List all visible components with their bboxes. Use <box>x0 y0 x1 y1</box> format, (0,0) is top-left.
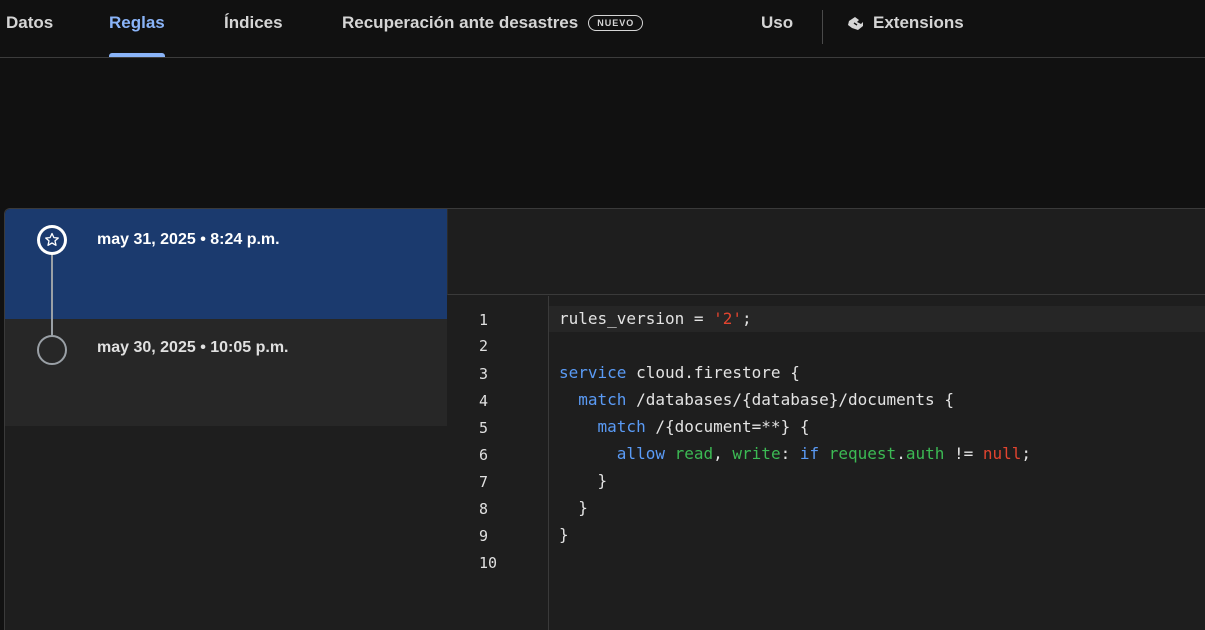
extensions-icon <box>848 16 863 30</box>
code-line[interactable]: allow read, write: if request.auth != nu… <box>559 441 1204 467</box>
code-token: } <box>559 525 569 544</box>
tab-indices[interactable]: Índices <box>224 0 283 57</box>
code-token-keyword: allow <box>616 444 665 463</box>
tab-label: Recuperación ante desastres <box>342 12 579 32</box>
code-token-keyword: service <box>559 363 627 382</box>
line-number: 8 <box>479 500 489 518</box>
line-number: 4 <box>479 392 489 410</box>
tab-extensions[interactable]: Extensions <box>846 0 964 57</box>
circle-icon <box>37 335 67 365</box>
code-token-keyword: match <box>578 390 627 409</box>
tab-bar: Datos Reglas Índices Recuperación ante d… <box>0 0 1205 58</box>
code-line[interactable]: service cloud.firestore { <box>559 360 1204 386</box>
rules-panel: may 31, 2025 • 8:24 p.m. may 30, 2025 • … <box>4 208 1205 630</box>
code-token: cloud.firestore { <box>626 363 800 382</box>
line-number: 7 <box>479 473 489 491</box>
code-line[interactable]: match /databases/{database}/documents { <box>559 387 1204 413</box>
tab-label: Uso <box>761 12 794 32</box>
code-token: rules_version = <box>559 309 714 328</box>
line-number: 2 <box>479 337 489 355</box>
tab-label: Reglas <box>109 12 165 32</box>
history-item-label: may 30, 2025 • 10:05 p.m. <box>97 339 289 356</box>
code-token: /{document=**} { <box>645 417 810 436</box>
code-editor[interactable]: rules_version = '2'; service cloud.fires… <box>549 296 1205 630</box>
code-line[interactable]: rules_version = '2'; <box>549 306 1205 332</box>
code-token-identifier: auth <box>905 444 945 463</box>
timeline-line <box>51 249 53 349</box>
code-token-identifier: write <box>732 444 781 463</box>
rules-history-list: may 31, 2025 • 8:24 p.m. may 30, 2025 • … <box>5 209 447 630</box>
history-item-label: may 31, 2025 • 8:24 p.m. <box>97 231 280 248</box>
line-number: 3 <box>479 365 489 383</box>
code-line[interactable]: } <box>559 522 1204 548</box>
star-icon <box>37 225 67 255</box>
line-number: 10 <box>479 554 498 572</box>
tab-uso[interactable]: Uso <box>761 0 793 57</box>
tab-label: Datos <box>6 12 54 32</box>
editor-toolbar <box>447 209 1205 295</box>
line-number: 1 <box>479 311 489 329</box>
code-line[interactable]: match /{document=**} { <box>559 414 1204 440</box>
code-token: , <box>713 444 733 463</box>
history-item-selected[interactable]: may 31, 2025 • 8:24 p.m. <box>5 209 447 319</box>
code-token: ; <box>742 309 752 328</box>
code-token-identifier: read <box>674 444 714 463</box>
code-token: != <box>944 444 983 463</box>
code-token-string: '2' <box>713 309 743 328</box>
code-token: /databases/{database}/documents { <box>626 390 954 409</box>
star-icon-glyph <box>40 228 64 252</box>
code-line[interactable]: } <box>559 495 1204 521</box>
tab-datos[interactable]: Datos <box>6 0 53 57</box>
code-token: . <box>896 444 906 463</box>
tab-reglas[interactable]: Reglas <box>109 0 165 57</box>
code-token-null: null <box>982 444 1022 463</box>
code-token: } <box>559 471 608 490</box>
code-token: } <box>559 498 588 517</box>
line-number: 9 <box>479 527 489 545</box>
new-badge: NUEVO <box>588 14 644 31</box>
code-token-identifier: request <box>828 444 897 463</box>
line-number: 6 <box>479 446 489 464</box>
rules-editor: 1 2 3 4 5 6 7 8 9 10 rules_version = '2'… <box>447 209 1205 630</box>
line-number-gutter: 1 2 3 4 5 6 7 8 9 10 <box>447 296 549 630</box>
active-tab-indicator <box>109 53 165 57</box>
code-token-keyword: match <box>597 417 646 436</box>
tab-recuperacion[interactable]: Recuperación ante desastres NUEVO <box>342 0 644 57</box>
history-item[interactable]: may 30, 2025 • 10:05 p.m. <box>5 319 447 426</box>
tab-label: Índices <box>224 12 283 32</box>
code-token-keyword: if <box>799 444 820 463</box>
code-line[interactable]: } <box>559 468 1204 494</box>
code-token: : <box>780 444 800 463</box>
line-number: 5 <box>479 419 489 437</box>
code-token: ; <box>1021 444 1032 463</box>
tab-label: Extensions <box>873 12 964 32</box>
tab-divider <box>822 10 823 44</box>
